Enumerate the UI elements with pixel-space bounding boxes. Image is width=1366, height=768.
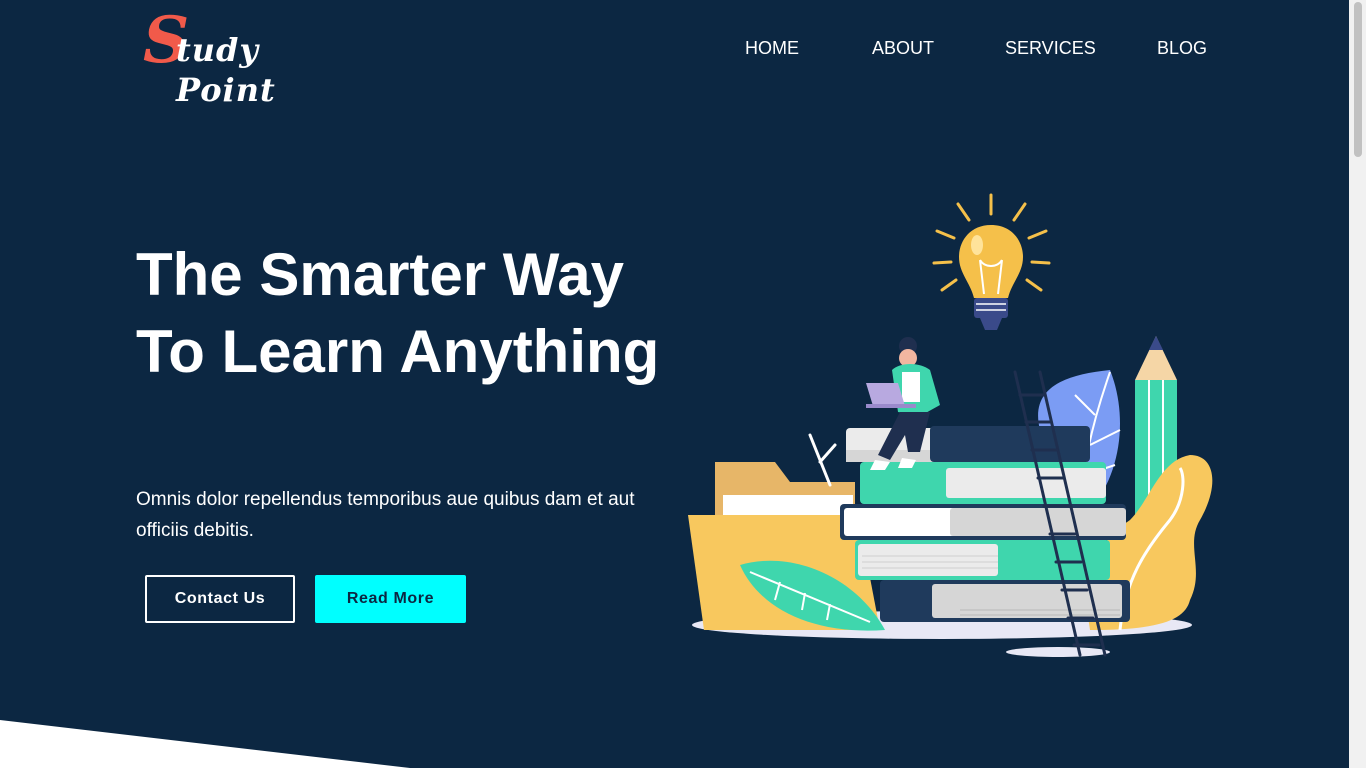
contact-us-button[interactable]: Contact Us xyxy=(145,575,295,623)
lightbulb-icon xyxy=(932,193,1051,330)
scrollbar[interactable] xyxy=(1349,0,1366,768)
hero-title: The Smarter Way To Learn Anything xyxy=(136,241,660,385)
nav-services[interactable]: SERVICES xyxy=(1005,36,1096,60)
page: S tudy Point HOME ABOUT SERVICES BLOG Th… xyxy=(0,0,1349,768)
study-illustration xyxy=(688,193,1213,657)
main-nav: HOME ABOUT SERVICES BLOG xyxy=(0,36,1349,60)
nav-about[interactable]: ABOUT xyxy=(872,36,934,60)
scrollbar-thumb[interactable] xyxy=(1354,2,1362,157)
bottom-wave-divider xyxy=(0,720,410,768)
nav-home[interactable]: HOME xyxy=(745,36,799,60)
nav-blog[interactable]: BLOG xyxy=(1157,36,1207,60)
hero-text: Omnis dolor repellendus temporibus aue q… xyxy=(136,489,635,541)
read-more-button[interactable]: Read More xyxy=(315,575,466,623)
